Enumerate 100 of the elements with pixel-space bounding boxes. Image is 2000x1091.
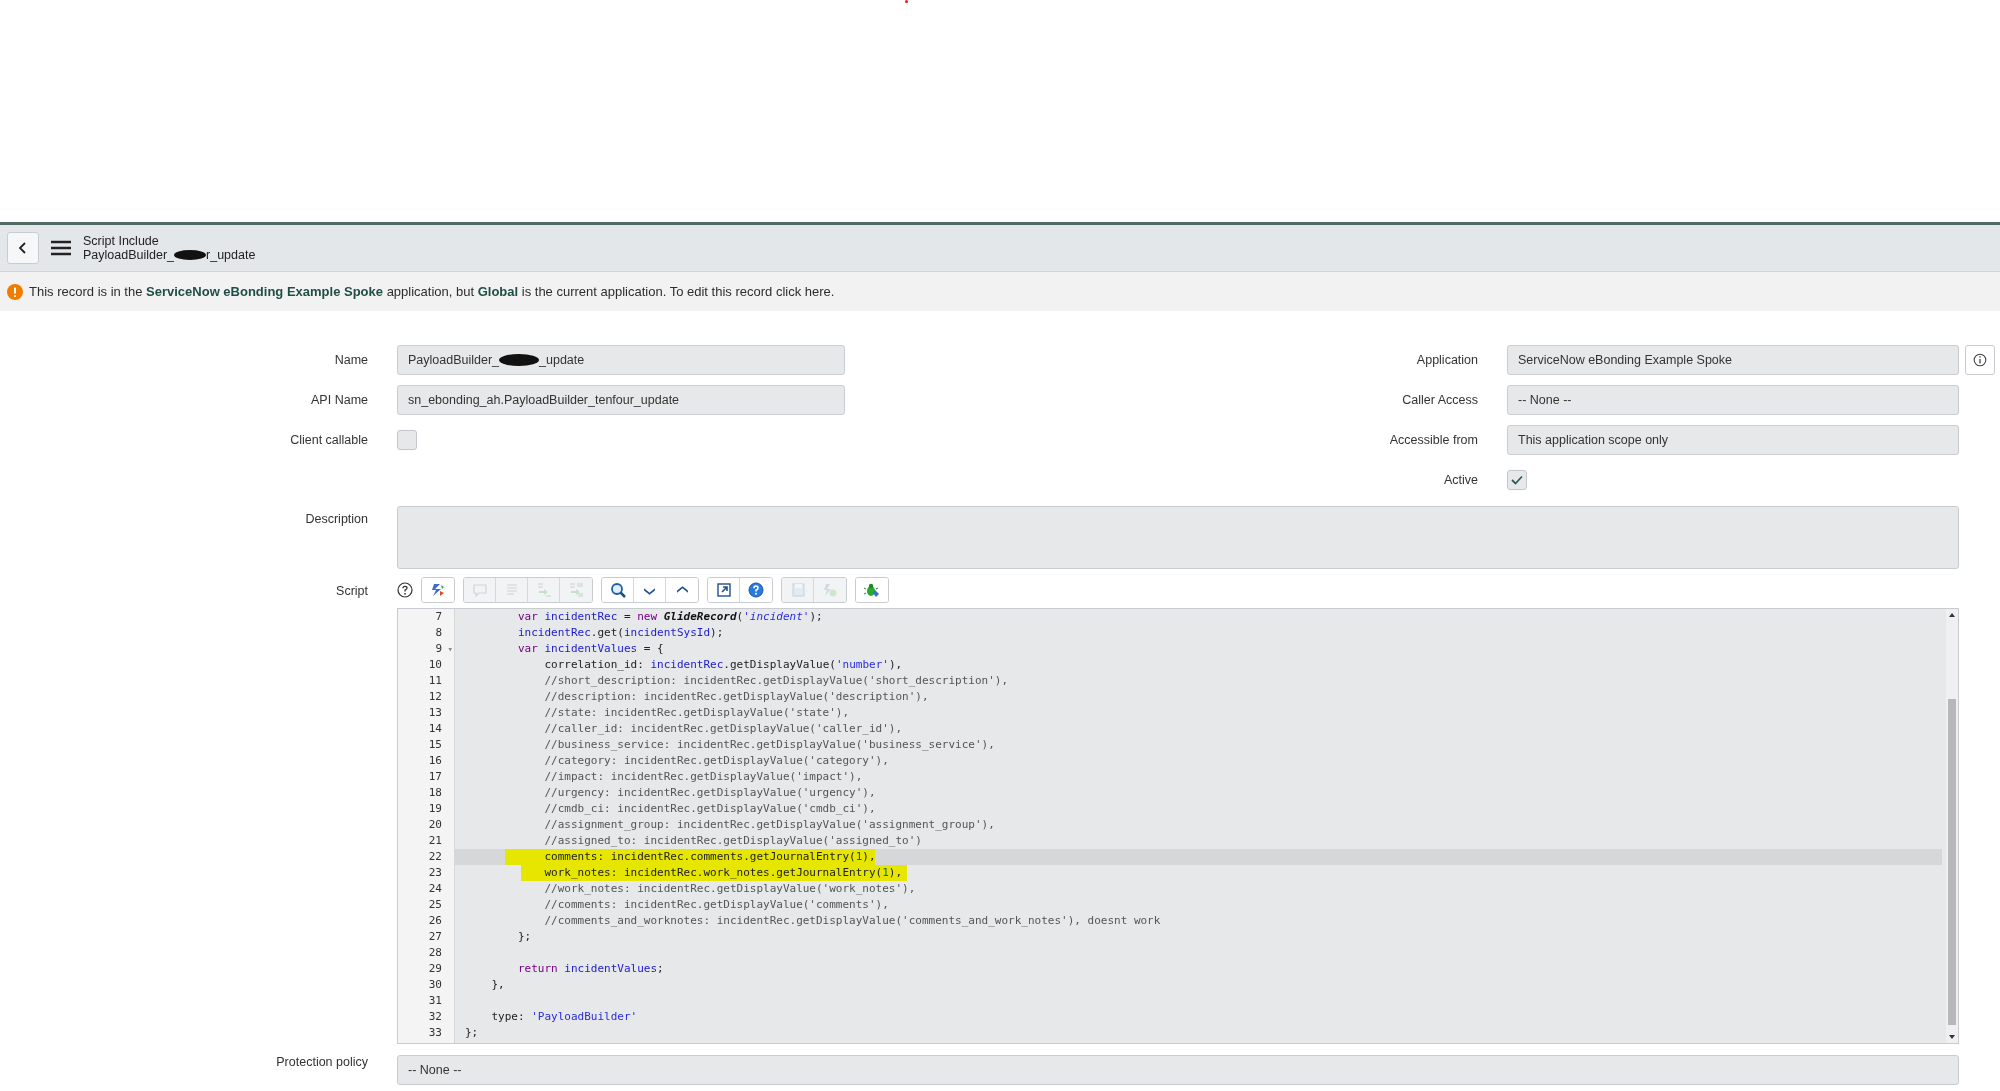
code-line: //caller_id: incidentRec.getDisplayValue('caller_id'), bbox=[543, 721, 903, 737]
notice-message: This record is in the ServiceNow eBonding Example Spoke application, but Global is the current application. To edit this record click here. bbox=[29, 284, 835, 299]
help-icon bbox=[747, 581, 765, 599]
line-number: 27 bbox=[428, 930, 442, 943]
record-name: r_update bbox=[206, 248, 256, 262]
code-line: incidentRec.get(incidentSysId); bbox=[516, 625, 724, 641]
description-field[interactable] bbox=[397, 506, 1959, 569]
code-line: //state: incidentRec.getDisplayValue('state'), bbox=[543, 705, 850, 721]
replace-all-icon bbox=[567, 581, 585, 599]
code-line: //urgency: incidentRec.getDisplayValue('urgency'), bbox=[543, 785, 876, 801]
validate-icon bbox=[821, 581, 839, 599]
field-label: Caller Access bbox=[1401, 393, 1479, 407]
code-line: //business_service: incidentRec.getDisplayValue('business_service'), bbox=[543, 737, 995, 753]
line-number: 32 bbox=[428, 1010, 442, 1023]
code-line: correlation_id: incidentRec.getDisplayValue('number'), bbox=[543, 657, 903, 673]
line-number: 8 bbox=[435, 626, 442, 639]
scrollbar[interactable] bbox=[1946, 609, 1958, 1043]
line-number: 26 bbox=[428, 914, 442, 927]
line-number: 18 bbox=[428, 786, 442, 799]
debug-button[interactable] bbox=[856, 578, 888, 602]
code-line: //cmdb_ci: incidentRec.getDisplayValue('cmdb_ci'), bbox=[543, 801, 876, 817]
code-line: work_notes: incidentRec.work_notes.getJournalEntry(1), bbox=[543, 865, 903, 881]
check-icon bbox=[1510, 473, 1524, 487]
line-number: 19 bbox=[428, 802, 442, 815]
debug-icon bbox=[863, 581, 881, 599]
line-number: 25 bbox=[428, 898, 442, 911]
field-label: Script bbox=[335, 583, 369, 598]
line-number: 16 bbox=[428, 754, 442, 767]
select-field[interactable]: -- None -- bbox=[397, 1055, 1959, 1085]
record-type: Script Include bbox=[83, 234, 160, 248]
comment-icon bbox=[470, 581, 489, 599]
search-icon bbox=[608, 581, 627, 599]
code-line: //impact: incidentRec.getDisplayValue('impact'), bbox=[543, 769, 863, 785]
line-number: 22 bbox=[428, 850, 442, 863]
code-line: //comments: incidentRec.getDisplayValue('comments'), bbox=[543, 897, 889, 913]
dot-mark bbox=[905, 0, 908, 3]
name-field[interactable]: PayloadBuilder_ _update bbox=[397, 345, 845, 375]
info-icon bbox=[1973, 353, 1987, 367]
code-line: //assignment_group: incidentRec.getDisplayValue('assignment_group'), bbox=[543, 817, 995, 833]
format-icon bbox=[429, 581, 447, 599]
line-number: 21 bbox=[428, 834, 442, 847]
code-line: var incidentRec = new GlideRecord('incident'); bbox=[516, 609, 823, 625]
back-button[interactable] bbox=[7, 232, 39, 264]
code-line: //assigned_to: incidentRec.getDisplayValue('assigned_to') bbox=[543, 833, 922, 849]
field-label: Active bbox=[1442, 473, 1479, 487]
field-label: Accessible from bbox=[1388, 433, 1479, 447]
help-icon[interactable] bbox=[397, 582, 413, 598]
field-label: Name bbox=[333, 353, 369, 367]
scroll-up-icon[interactable] bbox=[1948, 611, 1956, 619]
record-name: PayloadBuilder_ bbox=[83, 248, 175, 262]
line-number: 33 bbox=[428, 1026, 442, 1039]
line-number: 14 bbox=[428, 722, 442, 735]
line-number: 23 bbox=[428, 866, 442, 879]
warning-icon bbox=[7, 283, 23, 300]
redaction-mark bbox=[499, 354, 540, 366]
code-line: //category: incidentRec.getDisplayValue('category'), bbox=[543, 753, 889, 769]
line-number: 31 bbox=[428, 994, 442, 1007]
text-field[interactable]: -- None -- bbox=[1507, 385, 1959, 415]
code-line: comments: incidentRec.comments.getJournalEntry(1), bbox=[543, 849, 876, 865]
checkbox[interactable] bbox=[1507, 470, 1527, 490]
code-line: return incidentValues; bbox=[516, 961, 664, 977]
line-number: 10 bbox=[428, 658, 442, 671]
line-number: 29 bbox=[428, 962, 442, 975]
line-number: 15 bbox=[428, 738, 442, 751]
field-label: Protection policy bbox=[275, 1055, 369, 1071]
fullscreen-icon bbox=[714, 581, 733, 599]
line-number: 12 bbox=[428, 690, 442, 703]
text-field[interactable]: ServiceNow eBonding Example Spoke bbox=[1507, 345, 1959, 375]
text-field[interactable]: sn_ebonding_ah.PayloadBuilder_tenfour_update bbox=[397, 385, 845, 415]
redaction-mark bbox=[174, 250, 207, 260]
code-line: var incidentValues = { bbox=[516, 641, 664, 657]
line-number: 28 bbox=[428, 946, 442, 959]
line-number: 9 bbox=[435, 642, 442, 655]
fullscreen-button[interactable] bbox=[708, 578, 740, 602]
scroll-down-icon[interactable] bbox=[1948, 1033, 1956, 1041]
code-line: type: 'PayloadBuilder' bbox=[490, 1009, 638, 1025]
code-line: //work_notes: incidentRec.getDisplayValue('work_notes'), bbox=[543, 881, 916, 897]
code-line: //description: incidentRec.getDisplayValue('description'), bbox=[543, 689, 929, 705]
code-line: }; bbox=[465, 1025, 479, 1041]
line-number: 20 bbox=[428, 818, 442, 831]
field-label: Description bbox=[304, 511, 369, 526]
line-number: 30 bbox=[428, 978, 442, 991]
search-button[interactable] bbox=[602, 578, 634, 602]
line-number: 11 bbox=[428, 674, 442, 687]
info-button[interactable] bbox=[1965, 345, 1995, 375]
code-line: }; bbox=[516, 929, 532, 945]
checkbox[interactable] bbox=[397, 430, 417, 450]
line-number: 7 bbox=[435, 610, 442, 623]
chevron-left-icon bbox=[17, 241, 29, 255]
text-field[interactable]: This application scope only bbox=[1507, 425, 1959, 455]
field-label: API Name bbox=[310, 393, 369, 407]
line-number: 24 bbox=[428, 882, 442, 895]
code-line: //short_description: incidentRec.getDisplayValue('short_description'), bbox=[543, 673, 1009, 689]
format-button[interactable] bbox=[422, 578, 454, 602]
line-number: 17 bbox=[428, 770, 442, 783]
code-line: }, bbox=[490, 977, 505, 993]
field-label: Application bbox=[1415, 353, 1479, 367]
line-number: 13 bbox=[428, 706, 442, 719]
field-label: Client callable bbox=[289, 433, 369, 447]
menu-icon[interactable] bbox=[49, 238, 73, 258]
